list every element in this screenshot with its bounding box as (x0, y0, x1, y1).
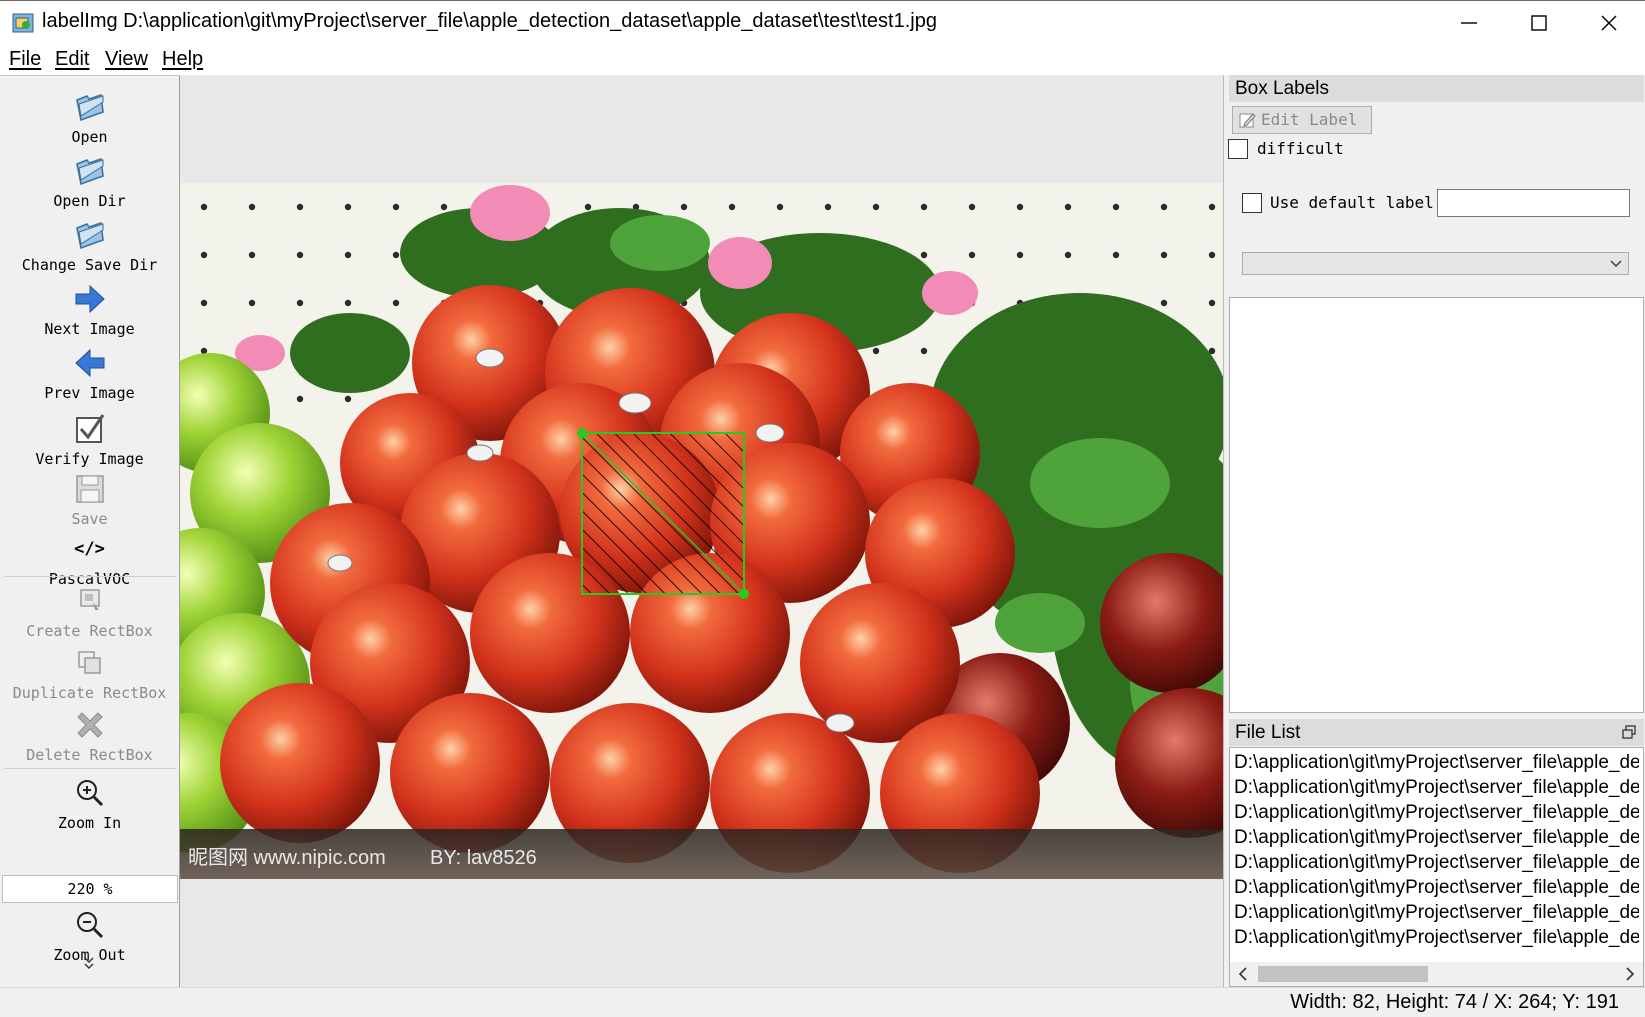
menu-edit[interactable]: Edit (55, 48, 89, 71)
window-title: labelImg D:\application\git\myProject\se… (42, 10, 937, 32)
open-button[interactable]: Open (0, 90, 179, 146)
status-bar: Width: 82, Height: 74 / X: 264; Y: 191 (0, 987, 1645, 1017)
file-list-item[interactable]: D:\application\git\myProject\server_file… (1234, 852, 1639, 874)
maximize-icon (1531, 15, 1547, 31)
duplicate-rectbox-label: Duplicate RectBox (12, 684, 167, 702)
file-list[interactable]: D:\application\git\myProject\server_file… (1229, 747, 1644, 987)
scrollbar-thumb[interactable] (1258, 966, 1428, 982)
edit-label-button[interactable]: Edit Label (1232, 106, 1372, 134)
edit-pencil-icon (1239, 113, 1256, 128)
close-icon (1601, 15, 1617, 31)
difficult-checkbox[interactable] (1228, 139, 1248, 159)
change-save-dir-label: Change Save Dir (21, 256, 158, 274)
scroll-right-arrow-icon[interactable] (1625, 966, 1635, 982)
create-rectbox-label: Create RectBox (26, 622, 153, 640)
prev-image-label: Prev Image (44, 384, 135, 402)
next-image-button[interactable]: Next Image (0, 282, 179, 338)
delete-rectbox-button[interactable]: Delete RectBox (0, 708, 179, 764)
status-text: Width: 82, Height: 74 / X: 264; Y: 191 (1290, 991, 1619, 1013)
toolbar-divider (4, 576, 176, 577)
file-list-item[interactable]: D:\application\git\myProject\server_file… (1234, 927, 1639, 949)
delete-rectbox-label: Delete RectBox (26, 746, 153, 764)
format-button[interactable]: </> PascalVOC (0, 532, 179, 588)
floppy-disk-icon (75, 475, 104, 503)
label-list[interactable] (1229, 297, 1644, 713)
chevron-down-icon (1610, 260, 1622, 267)
verify-image-label: Verify Image (35, 450, 144, 468)
duplicate-icon (77, 651, 101, 674)
watermark-by: BY: lav8526 (430, 847, 537, 869)
label-combo-box[interactable] (1242, 252, 1629, 275)
close-button[interactable] (1575, 1, 1645, 45)
code-icon: </> (74, 539, 105, 559)
open-dir-label: Open Dir (53, 192, 126, 210)
duplicate-rectbox-button[interactable]: Duplicate RectBox (0, 646, 179, 702)
save-label: Save (71, 510, 108, 528)
verify-image-button[interactable]: Verify Image (0, 412, 179, 468)
difficult-label: difficult (1257, 139, 1344, 158)
menu-file[interactable]: File (9, 48, 41, 71)
file-list-item[interactable]: D:\application\git\myProject\server_file… (1234, 877, 1639, 899)
arrow-left-icon (74, 348, 104, 378)
image-canvas[interactable]: 昵图网 www.nipic.com BY: lav8526 (180, 75, 1224, 987)
zoom-in-button[interactable]: Zoom In (0, 776, 179, 832)
change-save-dir-button[interactable]: Change Save Dir (0, 218, 179, 274)
right-dock: Box Labels Edit Label difficult Use defa… (1226, 75, 1645, 987)
use-default-label-checkbox[interactable] (1242, 193, 1262, 213)
save-button[interactable]: Save (0, 472, 179, 528)
menu-view[interactable]: View (105, 48, 148, 71)
checkbox-checked-icon (75, 414, 104, 443)
box-labels-title: Box Labels (1229, 75, 1644, 102)
left-toolbar: Open Open Dir Change Save Dir Next Image… (0, 75, 180, 987)
arrow-right-icon (75, 284, 105, 314)
title-bar: labelImg D:\application\git\myProject\se… (0, 0, 1645, 44)
toolbar-extension-chevron-icon[interactable] (83, 956, 95, 970)
zoom-level-field[interactable]: 220 % (2, 875, 178, 903)
toolbar-divider (4, 768, 176, 769)
maximize-button[interactable] (1505, 1, 1575, 45)
menu-bar: File Edit View Help (0, 44, 1645, 75)
file-list-item[interactable]: D:\application\git\myProject\server_file… (1234, 902, 1639, 924)
menu-help[interactable]: Help (162, 48, 203, 71)
default-label-input[interactable] (1437, 189, 1630, 217)
file-list-item[interactable]: D:\application\git\myProject\server_file… (1234, 752, 1639, 774)
folder-open-icon (75, 221, 104, 250)
zoom-out-icon (76, 912, 103, 939)
watermark-left: 昵图网 www.nipic.com (188, 847, 386, 869)
file-list-title-text: File List (1235, 722, 1301, 743)
minimize-button[interactable] (1435, 1, 1505, 45)
float-window-icon[interactable] (1622, 725, 1636, 739)
create-rectbox-button[interactable]: Create RectBox (0, 584, 179, 640)
file-list-item[interactable]: D:\application\git\myProject\server_file… (1234, 827, 1639, 849)
labelimg-app-icon (12, 13, 34, 33)
file-list-horizontal-scrollbar[interactable] (1230, 962, 1643, 986)
folder-open-icon (75, 93, 104, 122)
folder-open-icon (75, 157, 104, 186)
file-list-item[interactable]: D:\application\git\myProject\server_file… (1234, 777, 1639, 799)
open-label: Open (71, 128, 108, 146)
zoom-in-label: Zoom In (57, 814, 122, 832)
use-default-label-label: Use default label (1270, 193, 1434, 212)
apples-photo: 昵图网 www.nipic.com BY: lav8526 (180, 183, 1223, 879)
zoom-in-icon (76, 780, 103, 807)
bounding-box[interactable] (577, 428, 749, 599)
file-list-item[interactable]: D:\application\git\myProject\server_file… (1234, 802, 1639, 824)
prev-image-button[interactable]: Prev Image (0, 346, 179, 402)
delete-x-icon (76, 712, 103, 738)
edit-label-text: Edit Label (1261, 110, 1358, 129)
open-dir-button[interactable]: Open Dir (0, 154, 179, 210)
next-image-label: Next Image (44, 320, 135, 338)
minimize-icon (1461, 22, 1477, 24)
create-rect-icon (79, 589, 100, 610)
scroll-left-arrow-icon[interactable] (1238, 966, 1248, 982)
file-list-title: File List (1229, 719, 1644, 746)
